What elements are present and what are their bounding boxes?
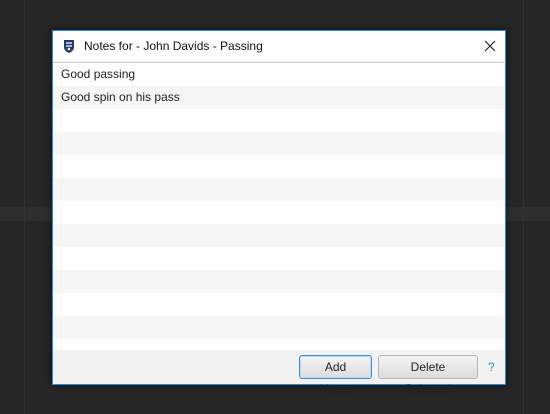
dialog-footer: Add Notes Delete Selected ?: [53, 350, 505, 396]
notes-dialog: Notes for - John Davids - Passing Good p…: [52, 30, 506, 396]
list-item[interactable]: [53, 293, 504, 316]
list-item[interactable]: Good passing: [53, 63, 504, 86]
title-bar: Notes for - John Davids - Passing: [53, 31, 505, 61]
list-item[interactable]: [53, 109, 504, 132]
dialog-title: Notes for - John Davids - Passing: [84, 39, 263, 53]
background-divider-left: [24, 0, 25, 414]
team-crest-icon: [61, 38, 77, 54]
add-notes-button[interactable]: Add Notes: [299, 355, 372, 396]
list-item[interactable]: [53, 270, 504, 293]
list-item[interactable]: [53, 132, 504, 155]
close-button[interactable]: [475, 31, 505, 61]
background-divider-right: [523, 0, 524, 414]
list-item[interactable]: [53, 178, 504, 201]
close-icon: [484, 40, 496, 52]
list-item[interactable]: [53, 201, 504, 224]
notes-list[interactable]: Good passing Good spin on his pass: [53, 62, 504, 351]
list-item[interactable]: [53, 155, 504, 178]
help-link[interactable]: ?: [488, 360, 495, 374]
list-item[interactable]: [53, 224, 504, 247]
list-item[interactable]: [53, 247, 504, 270]
delete-selected-button[interactable]: Delete Selected: [378, 355, 478, 396]
list-item[interactable]: Good spin on his pass: [53, 86, 504, 109]
list-item[interactable]: [53, 316, 504, 339]
